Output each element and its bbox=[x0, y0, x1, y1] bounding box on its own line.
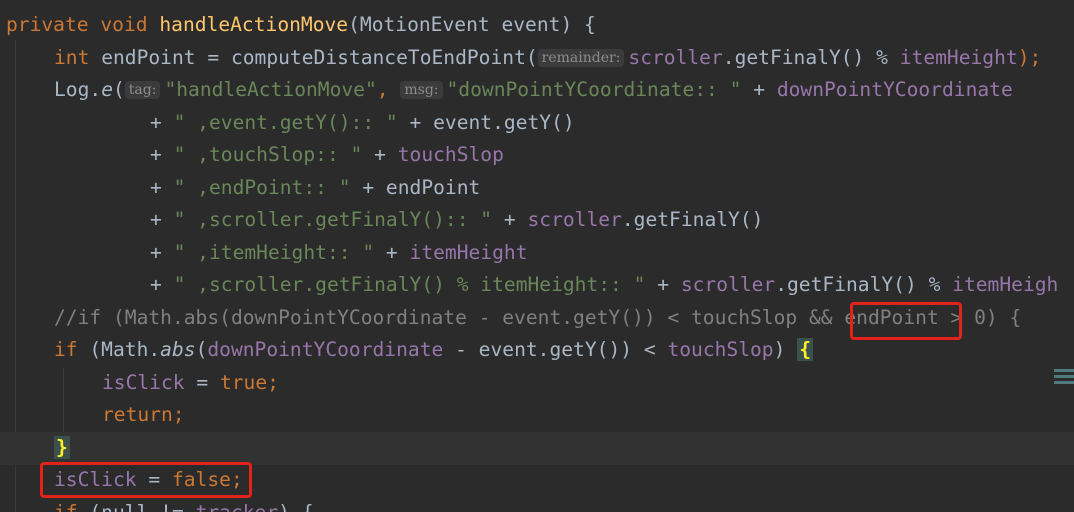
code-text: ; bbox=[230, 468, 243, 491]
code-text: (Math. bbox=[89, 338, 161, 361]
code-line[interactable]: isClick = false; bbox=[0, 464, 1074, 497]
field-ref: touchSlop bbox=[667, 338, 774, 361]
parameter-hint: tag: bbox=[124, 81, 161, 99]
string-literal: " ,scroller.getFinalY() % itemHeight:: " bbox=[173, 273, 646, 296]
string-literal: "downPointYCoordinate:: " bbox=[446, 78, 742, 101]
comment-text: //if (Math.abs(downPointYCoordinate - ev… bbox=[54, 306, 845, 329]
current-code-line[interactable]: } bbox=[0, 432, 1074, 465]
field-ref: isClick bbox=[102, 371, 185, 394]
matched-brace: { bbox=[797, 338, 813, 361]
field-ref: itemHeight bbox=[409, 241, 528, 264]
comment-text: > 0) { bbox=[938, 306, 1022, 329]
field-ref: downPointYCoordinate bbox=[776, 78, 1013, 101]
string-literal: " ,event.getY():: " bbox=[173, 111, 398, 134]
keyword: private void bbox=[6, 13, 160, 36]
field-ref: scroller bbox=[527, 208, 622, 231]
code-text: .getFinalY() % bbox=[775, 273, 953, 296]
keyword: if bbox=[54, 338, 90, 361]
string-literal: " ,scroller.getFinalY():: " bbox=[173, 208, 493, 231]
string-literal: " ,itemHeight:: " bbox=[173, 241, 375, 264]
code-text: .getFinalY() % bbox=[722, 46, 900, 69]
code-text: ; bbox=[267, 371, 279, 394]
code-line[interactable]: + " ,endPoint:: " + endPoint bbox=[0, 172, 1074, 205]
field-ref: scroller bbox=[628, 46, 723, 69]
code-text: ) { bbox=[278, 501, 313, 512]
code-line[interactable]: Log.e(tag: "handleActionMove", msg: "downP… bbox=[0, 74, 1074, 107]
string-literal: "handleActionMove" bbox=[164, 78, 377, 101]
code-text: = bbox=[136, 468, 172, 491]
code-text: + bbox=[492, 208, 528, 231]
code-text: + bbox=[645, 273, 681, 296]
scrollbar-marker-icon[interactable] bbox=[1054, 369, 1074, 385]
code-line[interactable]: //if (Math.abs(downPointYCoordinate - ev… bbox=[0, 302, 1074, 335]
code-text: + bbox=[150, 273, 174, 296]
code-line[interactable]: int endPoint = computeDistanceToEndPoint… bbox=[0, 42, 1074, 75]
static-method: abs bbox=[160, 338, 196, 361]
code-line[interactable]: + " ,event.getY():: " + event.getY() bbox=[0, 107, 1074, 140]
static-method: e bbox=[101, 78, 113, 101]
code-text: + bbox=[150, 143, 174, 166]
code-text: + endPoint bbox=[350, 176, 481, 199]
code-text: endPoint = computeDistanceToEndPoint( bbox=[101, 46, 538, 69]
field-ref: touchSlop bbox=[397, 143, 504, 166]
code-line[interactable]: if (null != tracker) { bbox=[0, 497, 1074, 512]
code-text: ); bbox=[1017, 46, 1042, 69]
code-editor[interactable]: private void handleActionMove(MotionEven… bbox=[0, 0, 1074, 512]
code-text: (MotionEvent event) { bbox=[348, 13, 596, 36]
code-text: Log. bbox=[54, 78, 102, 101]
code-line[interactable]: + " ,touchSlop:: " + touchSlop bbox=[0, 139, 1074, 172]
keyword: int bbox=[54, 46, 102, 69]
field-ref: itemHeight bbox=[899, 46, 1018, 69]
code-text: + bbox=[374, 241, 410, 264]
code-text: + bbox=[741, 78, 777, 101]
field-ref: isClick bbox=[54, 468, 137, 491]
keyword: false bbox=[171, 468, 231, 491]
field-ref: itemHeigh bbox=[952, 273, 1059, 296]
code-text: + event.getY() bbox=[397, 111, 575, 134]
code-line[interactable]: + " ,itemHeight:: " + itemHeight bbox=[0, 237, 1074, 270]
code-line[interactable]: isClick = true; bbox=[0, 367, 1074, 400]
field-ref: scroller bbox=[680, 273, 776, 296]
code-text: .getFinalY() bbox=[621, 208, 764, 231]
code-text: ( bbox=[195, 338, 208, 361]
code-line[interactable]: + " ,scroller.getFinalY():: " + scroller… bbox=[0, 204, 1074, 237]
code-text: ) bbox=[773, 338, 798, 361]
code-line[interactable]: if (Math.abs(downPointYCoordinate - even… bbox=[0, 334, 1074, 367]
string-literal: " ,endPoint:: " bbox=[173, 176, 351, 199]
code-text: , bbox=[376, 78, 401, 101]
code-text: + bbox=[150, 208, 174, 231]
parameter-hint: remainder: bbox=[537, 49, 625, 67]
code-text: + bbox=[150, 176, 174, 199]
code-text: + bbox=[150, 241, 174, 264]
field-ref: downPointYCoordinate bbox=[207, 338, 444, 361]
keyword: return bbox=[102, 403, 173, 426]
matched-brace: } bbox=[54, 436, 70, 459]
keyword: if bbox=[54, 501, 89, 512]
keyword: true bbox=[219, 371, 268, 394]
code-text: + bbox=[150, 111, 174, 134]
code-text: ( bbox=[112, 78, 125, 101]
parameter-hint: msg: bbox=[400, 81, 443, 99]
field-ref: tracker bbox=[196, 501, 279, 512]
code-line[interactable]: return; bbox=[0, 399, 1074, 432]
string-literal: " ,touchSlop:: " bbox=[173, 143, 363, 166]
code-text: (null != bbox=[89, 501, 195, 512]
code-text: - event.getY()) < bbox=[443, 338, 668, 361]
code-text: = bbox=[184, 371, 220, 394]
code-line[interactable]: private void handleActionMove(MotionEven… bbox=[0, 9, 1074, 42]
method-name: handleActionMove bbox=[159, 13, 349, 36]
code-text: ; bbox=[172, 403, 185, 426]
highlighted-comment-text: endPoint bbox=[844, 306, 939, 329]
code-text: + bbox=[362, 143, 398, 166]
code-line[interactable]: + " ,scroller.getFinalY() % itemHeight::… bbox=[0, 269, 1074, 302]
